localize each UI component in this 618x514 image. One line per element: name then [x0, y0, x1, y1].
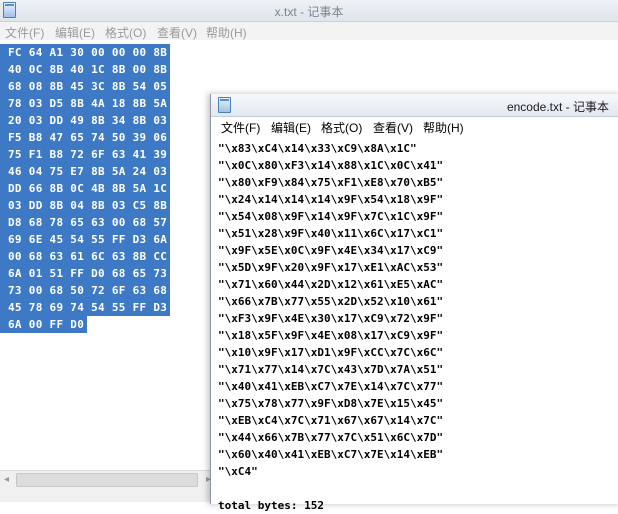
- menu-view[interactable]: 查看(V): [157, 24, 197, 41]
- selected-hex-line[interactable]: 73 00 68 50 72 6F 63 68: [0, 282, 171, 299]
- selected-hex-line[interactable]: D8 68 78 65 63 00 68 57: [0, 214, 171, 231]
- code-line: "\x80\xF9\x84\x75\xF1\xE8\x70\xB5": [218, 176, 444, 189]
- notepad-window-encode-txt: encode.txt - 记事本 文件(F) 编辑(E) 格式(O) 查看(V)…: [210, 94, 618, 512]
- menu-help[interactable]: 帮助(H): [206, 24, 247, 41]
- scroll-thumb[interactable]: [16, 473, 198, 487]
- menu-bar: 文件(F) 编辑(E) 格式(O) 查看(V) 帮助(H): [211, 117, 618, 135]
- code-line: "\x66\x7B\x77\x55\x2D\x52\x10\x61": [218, 295, 444, 308]
- total-bytes-line: total bytes: 152: [218, 499, 324, 512]
- code-line: "\x71\x77\x14\x7C\x43\x7D\x7A\x51": [218, 363, 444, 376]
- menu-format[interactable]: 格式(O): [105, 24, 146, 41]
- text-editor-area[interactable]: "\x83\xC4\x14\x33\xC9\x8A\x1C" "\x0C\x80…: [218, 140, 618, 514]
- selected-hex-line[interactable]: 69 6E 45 54 55 FF D3 6A: [0, 231, 171, 248]
- status-bar: [0, 488, 220, 502]
- menu-file[interactable]: 文件(F): [5, 24, 44, 41]
- scroll-left-icon[interactable]: ◂: [4, 474, 9, 485]
- code-line: "\x75\x78\x77\x9F\xD8\x7E\x15\x45": [218, 397, 444, 410]
- selected-hex-line[interactable]: 68 08 8B 45 3C 8B 54 05: [0, 78, 171, 95]
- code-line: "\x44\x66\x7B\x77\x7C\x51\x6C\x7D": [218, 431, 444, 444]
- horizontal-scrollbar[interactable]: ◂ ▸: [0, 470, 220, 488]
- code-line: "\x60\x40\x41\xEB\xC7\x7E\x14\xEB": [218, 448, 444, 461]
- selected-hex-line[interactable]: DD 66 8B 0C 4B 8B 5A 1C: [0, 180, 171, 197]
- code-line: "\x83\xC4\x14\x33\xC9\x8A\x1C": [218, 142, 417, 155]
- code-line: "\x54\x08\x9F\x14\x9F\x7C\x1C\x9F": [218, 210, 444, 223]
- selected-hex-line[interactable]: FC 64 A1 30 00 00 00 8B: [0, 44, 171, 61]
- code-line: "\xEB\xC4\x7C\x71\x67\x67\x14\x7C": [218, 414, 444, 427]
- code-line: "\x40\x41\xEB\xC7\x7E\x14\x7C\x77": [218, 380, 444, 393]
- code-line: "\xC4": [218, 465, 258, 478]
- code-line: "\x18\x5F\x9F\x4E\x08\x17\xC9\x9F": [218, 329, 444, 342]
- selected-hex-line[interactable]: 40 0C 8B 40 1C 8B 00 8B: [0, 61, 171, 78]
- selected-hex-line[interactable]: 6A 01 51 FF D0 68 65 73: [0, 265, 171, 282]
- code-line: "\x71\x60\x44\x2D\x12\x61\xE5\xAC": [218, 278, 444, 291]
- code-line: "\x10\x9F\x17\xD1\x9F\xCC\x7C\x6C": [218, 346, 444, 359]
- text-editor-area[interactable]: FC 64 A1 30 00 00 00 8B 40 0C 8B 40 1C 8…: [0, 43, 230, 333]
- selected-hex-line[interactable]: 03 DD 8B 04 8B 03 C5 8B: [0, 197, 171, 214]
- title-bar[interactable]: encode.txt - 记事本: [211, 94, 618, 117]
- window-title: encode.txt - 记事本: [506, 100, 609, 114]
- selected-hex-line[interactable]: 00 68 63 61 6C 63 8B CC: [0, 248, 171, 265]
- window-title: x.txt - 记事本: [274, 5, 344, 19]
- selected-hex-line[interactable]: 45 78 69 74 54 55 FF D3: [0, 299, 171, 316]
- selected-hex-line[interactable]: 78 03 D5 8B 4A 18 8B 5A: [0, 95, 171, 112]
- menu-file[interactable]: 文件(F): [221, 119, 260, 136]
- selected-hex-line[interactable]: 46 04 75 E7 8B 5A 24 03: [0, 163, 171, 180]
- menu-format[interactable]: 格式(O): [321, 119, 362, 136]
- code-line: "\x5D\x9F\x20\x9F\x17\xE1\xAC\x53": [218, 261, 444, 274]
- menu-edit[interactable]: 编辑(E): [55, 24, 95, 41]
- menu-view[interactable]: 查看(V): [373, 119, 413, 136]
- title-bar[interactable]: x.txt - 记事本: [0, 0, 618, 22]
- selected-hex-line[interactable]: 20 03 DD 49 8B 34 8B 03: [0, 112, 171, 129]
- code-line: "\x9F\x5E\x0C\x9F\x4E\x34\x17\xC9": [218, 244, 444, 257]
- code-line: "\xF3\x9F\x4E\x30\x17\xC9\x72\x9F": [218, 312, 444, 325]
- code-line: "\x0C\x80\xF3\x14\x88\x1C\x0C\x41": [218, 159, 444, 172]
- selected-hex-line[interactable]: 75 F1 B8 72 6F 63 41 39: [0, 146, 171, 163]
- menu-help[interactable]: 帮助(H): [423, 119, 464, 136]
- menu-bar: 文件(F) 编辑(E) 格式(O) 查看(V) 帮助(H): [0, 22, 618, 40]
- code-line: "\x24\x14\x14\x14\x9F\x54\x18\x9F": [218, 193, 444, 206]
- selected-hex-line[interactable]: F5 B8 47 65 74 50 39 06: [0, 129, 171, 146]
- code-line: "\x51\x28\x9F\x40\x11\x6C\x17\xC1": [218, 227, 444, 240]
- menu-edit[interactable]: 编辑(E): [271, 119, 311, 136]
- selected-hex-line[interactable]: 6A 00 FF D0: [0, 316, 88, 333]
- notepad-icon[interactable]: [218, 97, 231, 113]
